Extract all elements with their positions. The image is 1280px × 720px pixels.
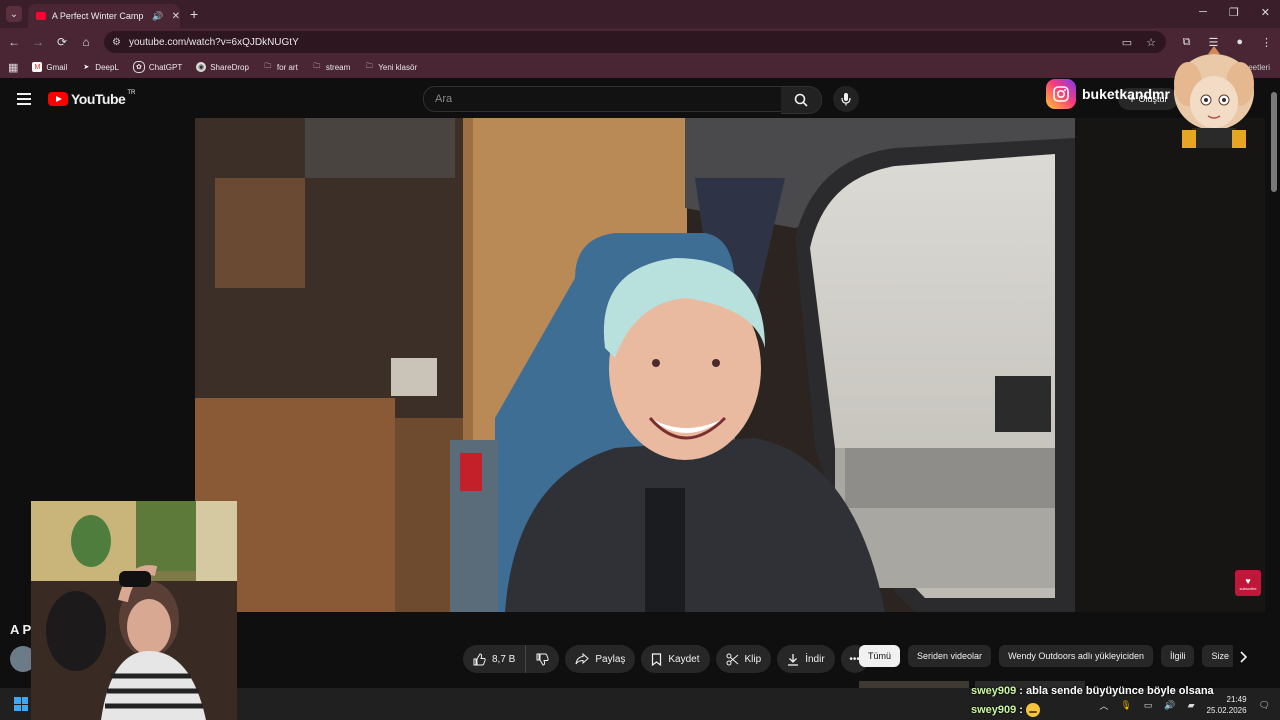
clip-button[interactable]: Klip	[715, 645, 772, 673]
streamer-avatar-illustration	[1174, 46, 1254, 148]
download-button[interactable]: İndir	[777, 645, 835, 673]
search-input[interactable]: Ara	[423, 86, 783, 112]
video-frame-image	[195, 118, 1075, 612]
like-count: 8,7 B	[492, 653, 516, 665]
chip-related[interactable]: İlgili	[1160, 645, 1195, 667]
menu-hamburger-icon[interactable]	[17, 93, 31, 108]
reload-icon[interactable]: ⟳	[50, 35, 74, 49]
bookmarks-bar: ▦ M Gmail ➤ DeepL ✿ ChatGPT ◉ ShareDrop 🗀 for…	[0, 56, 1280, 78]
video-title: A P	[10, 622, 32, 637]
bookmark-folder-stream[interactable]: 🗀 stream	[312, 62, 350, 72]
stream-chat-overlay: swey909 : abla sende büyüyünce böyle ols…	[971, 681, 1214, 719]
like-button[interactable]: 8,7 B	[463, 645, 527, 673]
youtube-logo[interactable]: YouTube TR	[48, 90, 136, 107]
home-icon[interactable]: ⌂	[74, 35, 98, 49]
folder-icon: 🗀	[313, 62, 321, 70]
folder-icon: 🗀	[365, 62, 373, 70]
chip-all[interactable]: Tümü	[859, 645, 901, 667]
url-text: youtube.com/watch?v=6xQJDkNUGtY	[128, 36, 299, 48]
instagram-icon	[1046, 79, 1076, 109]
bookmark-folder-yeni-klasor[interactable]: 🗀 Yeni klasör	[364, 62, 417, 72]
forward-icon[interactable]: →	[26, 35, 50, 49]
search-placeholder: Ara	[435, 93, 453, 105]
browser-toolbar: ← → ⟳ ⌂ ⚙ youtube.com/watch?v=6xQJDkNUGt…	[0, 28, 1280, 56]
thumbs-up-icon	[473, 652, 486, 665]
chat-text: :	[1019, 703, 1023, 716]
smile-emoji-icon	[1025, 702, 1040, 717]
instagram-handle: buketkandmr	[1082, 86, 1170, 102]
youtube-favicon-icon	[36, 12, 46, 20]
minimize-icon[interactable]: ─	[1199, 6, 1207, 19]
tab-search-button[interactable]: ⌄	[6, 6, 22, 22]
chat-username: swey909	[971, 684, 1017, 697]
page-scrollbar[interactable]	[1268, 80, 1280, 686]
browser-tab-active[interactable]: A Perfect Winter Camp - Yo 🔊 ✕	[28, 4, 180, 28]
bookmark-deepl[interactable]: ➤ DeepL	[81, 62, 119, 72]
download-icon	[788, 653, 799, 666]
scissors-icon	[726, 653, 738, 665]
address-bar[interactable]: ⚙ youtube.com/watch?v=6xQJDkNUGtY ▭ ☆	[104, 31, 1166, 53]
chat-message: swey909 : abla sende büyüyünce böyle ols…	[971, 681, 1214, 700]
dislike-button[interactable]	[526, 645, 560, 673]
chevron-right-icon	[1240, 651, 1247, 663]
subscribe-watermark[interactable]: ♥ subscribe	[1235, 570, 1261, 596]
microphone-icon	[841, 93, 851, 106]
save-button[interactable]: Kaydet	[641, 645, 710, 673]
back-icon[interactable]: ←	[2, 35, 26, 49]
scrollbar-thumb[interactable]	[1271, 92, 1277, 192]
windows-start-icon[interactable]	[14, 697, 28, 711]
search-icon	[794, 93, 808, 107]
voice-search-button[interactable]	[833, 86, 859, 112]
chatgpt-icon: ✿	[132, 61, 145, 73]
share-icon	[575, 653, 590, 665]
youtube-wordmark: YouTube	[71, 91, 126, 107]
deepl-icon: ➤	[83, 64, 90, 71]
browser-tab-bar: ⌄ A Perfect Winter Camp - Yo 🔊 ✕ + ─ ❐ ✕	[0, 0, 1280, 28]
streamer-webcam	[31, 501, 237, 720]
notifications-icon[interactable]: 🗨	[1259, 700, 1270, 711]
heart-icon: ♥	[1245, 575, 1251, 586]
browser-menu-icon[interactable]: ⋮	[1261, 36, 1272, 49]
bookmark-chatgpt[interactable]: ✿ ChatGPT	[132, 61, 182, 73]
like-dislike-group: 8,7 B	[463, 645, 560, 673]
bookmark-folder-for-art[interactable]: 🗀 for art	[263, 62, 297, 72]
restore-icon[interactable]: ❐	[1229, 6, 1239, 19]
country-code: TR	[127, 90, 136, 96]
chip-series[interactable]: Seriden videolar	[908, 645, 992, 667]
chat-text: : abla sende büyüyünce böyle olsana	[1019, 684, 1214, 697]
chips-next-button[interactable]	[1233, 645, 1253, 669]
site-info-icon[interactable]: ⚙	[112, 37, 121, 48]
instagram-overlay: buketkandmr	[1046, 79, 1170, 109]
cast-icon[interactable]: ▭	[1122, 36, 1132, 49]
audio-playing-icon[interactable]: 🔊	[152, 11, 163, 22]
bookmark-gmail[interactable]: M Gmail	[32, 62, 67, 72]
webcam-image	[31, 501, 237, 720]
apps-grid-icon[interactable]: ▦	[8, 61, 18, 74]
window-controls: ─ ❐ ✕	[1199, 6, 1270, 19]
folder-icon: 🗀	[264, 62, 272, 70]
close-window-icon[interactable]: ✕	[1261, 6, 1270, 19]
chat-message: swey909 :	[971, 700, 1214, 719]
video-player[interactable]	[195, 118, 1075, 612]
search-button[interactable]	[781, 86, 822, 114]
tab-close-icon[interactable]: ✕	[172, 11, 180, 22]
video-letterbox-right	[1075, 118, 1265, 612]
gmail-icon: M	[32, 62, 43, 72]
video-actions: 8,7 B Paylaş Kaydet Klip İndir •••	[463, 645, 869, 673]
chip-uploader[interactable]: Wendy Outdoors adlı yükleyiciden	[999, 645, 1153, 667]
bookmark-sharedrop[interactable]: ◉ ShareDrop	[196, 62, 249, 72]
new-tab-button[interactable]: +	[190, 6, 198, 22]
sharedrop-icon: ◉	[196, 62, 207, 72]
bookmark-icon	[652, 652, 662, 666]
recommendation-filter-chips: Tümü Seriden videolar Wendy Outdoors adl…	[859, 645, 1238, 669]
bookmark-star-icon[interactable]: ☆	[1146, 36, 1156, 49]
youtube-play-icon	[48, 92, 68, 106]
tab-title: A Perfect Winter Camp - Yo	[51, 11, 147, 21]
chat-username: swey909	[971, 703, 1017, 716]
share-button[interactable]: Paylaş	[565, 645, 636, 673]
thumbs-down-icon	[536, 653, 550, 666]
